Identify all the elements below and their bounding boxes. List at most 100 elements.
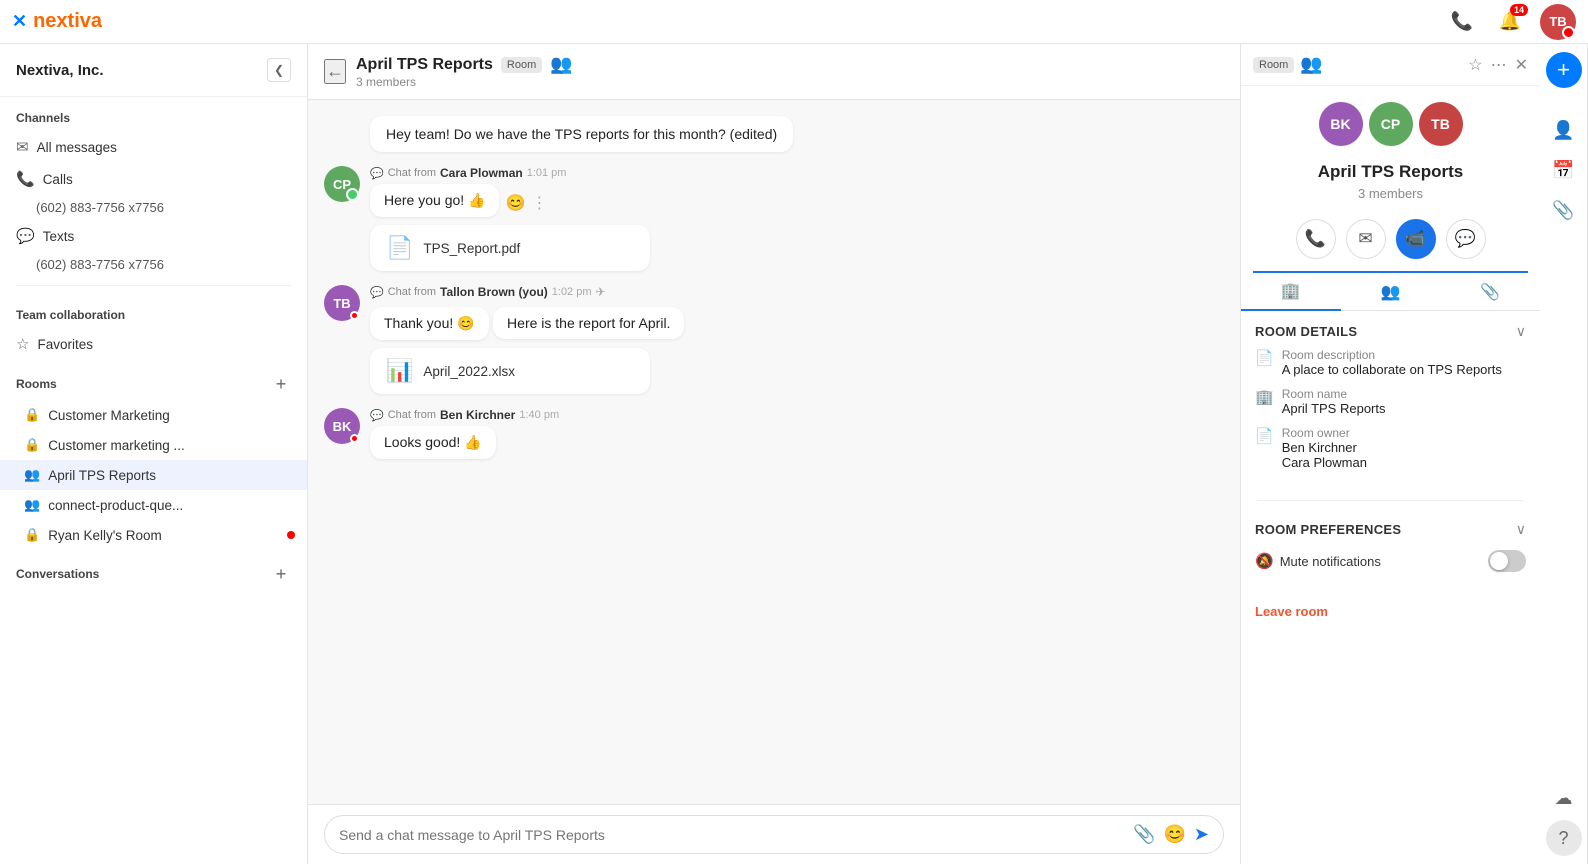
rp-details-chevron[interactable]: ∨ bbox=[1516, 323, 1526, 340]
msg-bubble-1: Here you go! 👍 bbox=[370, 184, 499, 217]
rp-star-btn[interactable]: ☆ bbox=[1468, 55, 1482, 75]
room-item-connect-product[interactable]: 👥 connect-product-que... bbox=[0, 490, 307, 520]
rail-help-icon[interactable]: ? bbox=[1546, 820, 1582, 856]
rp-section-header-prefs: ROOM PREFERENCES ∨ bbox=[1255, 521, 1526, 538]
rp-mute-label: Mute notifications bbox=[1280, 554, 1381, 569]
add-conversation-btn[interactable]: + bbox=[271, 564, 291, 584]
rp-members-count: 3 members bbox=[1241, 182, 1540, 211]
msg-meta-1: 💬 Chat from Cara Plowman 1:01 pm bbox=[370, 166, 1224, 180]
rp-avatar-bk: BK bbox=[1319, 102, 1363, 146]
rp-chat-btn[interactable]: 💬 bbox=[1446, 219, 1486, 259]
rp-leave-section: Leave room bbox=[1241, 596, 1540, 635]
rp-room-details-label: ROOM DETAILS bbox=[1255, 324, 1357, 339]
status-dot-bk bbox=[350, 434, 359, 443]
rp-description-content: Room description A place to collaborate … bbox=[1282, 348, 1502, 377]
calls-number-text: (602) 883-7756 x7756 bbox=[36, 200, 164, 215]
msg-sender-1: Cara Plowman bbox=[440, 166, 523, 180]
send-icon: ✈ bbox=[596, 285, 606, 299]
room-item-customer-marketing-2[interactable]: 🔒 Customer marketing ... bbox=[0, 430, 307, 460]
rp-room-tag: Room bbox=[1253, 57, 1294, 73]
calls-number[interactable]: (602) 883-7756 x7756 bbox=[0, 195, 307, 220]
rp-header-left: Room 👥 bbox=[1253, 54, 1323, 75]
rp-close-btn[interactable]: ✕ bbox=[1515, 55, 1528, 75]
rp-divider bbox=[1257, 500, 1524, 501]
sidebar-item-favorites[interactable]: ☆ Favorites bbox=[0, 328, 307, 360]
file-bubble-xlsx[interactable]: 📊 April_2022.xlsx bbox=[370, 348, 650, 394]
room-item-customer-marketing[interactable]: 🔒 Customer Marketing bbox=[0, 400, 307, 430]
sidebar-item-all-messages[interactable]: ✉ All messages bbox=[0, 131, 307, 163]
user-avatar-btn[interactable]: TB bbox=[1540, 4, 1576, 40]
msg-time-3: 1:40 pm bbox=[519, 409, 559, 421]
message-group-3: BK 💬 Chat from Ben Kirchner 1:40 pm Look… bbox=[324, 408, 1224, 463]
rp-description-row: 📄 Room description A place to collaborat… bbox=[1255, 348, 1526, 377]
rp-action-bar: 📞 ✉ 📹 💬 bbox=[1241, 211, 1540, 271]
sidebar-item-texts[interactable]: 💬 Texts bbox=[0, 220, 307, 252]
unread-dot bbox=[287, 531, 295, 539]
rail-paperclip-icon[interactable]: 📎 bbox=[1546, 192, 1582, 228]
rp-mute-label-wrap: 🔕 Mute notifications bbox=[1255, 552, 1381, 570]
icon-rail: + 👤 📅 📎 ☁ ? bbox=[1540, 44, 1588, 864]
rp-avatars: BK CP TB bbox=[1241, 86, 1540, 162]
rp-owner-content: Room owner Ben Kirchner Cara Plowman bbox=[1282, 426, 1367, 470]
rp-tab-files[interactable]: 📎 bbox=[1440, 273, 1540, 312]
rp-tab-members[interactable]: 👥 bbox=[1341, 273, 1441, 312]
rp-description-value: A place to collaborate on TPS Reports bbox=[1282, 362, 1502, 377]
message-group-0: Hey team! Do we have the TPS reports for… bbox=[324, 116, 1224, 152]
message-group-1: CP 💬 Chat from Cara Plowman 1:01 pm Here… bbox=[324, 166, 1224, 271]
rail-calendar-icon[interactable]: 📅 bbox=[1546, 152, 1582, 188]
rp-video-btn[interactable]: 📹 bbox=[1396, 219, 1436, 259]
texts-number[interactable]: (602) 883-7756 x7756 bbox=[0, 252, 307, 277]
rail-user-icon[interactable]: 👤 bbox=[1546, 112, 1582, 148]
sidebar-header: Nextiva, Inc. ❮ bbox=[0, 44, 307, 97]
rp-header-right: ☆ ⋯ ✕ bbox=[1468, 55, 1528, 75]
more-actions-icon[interactable]: ⋮ bbox=[531, 193, 547, 213]
rp-more-btn[interactable]: ⋯ bbox=[1491, 55, 1507, 75]
chat-header-people-icon[interactable]: 👥 bbox=[550, 54, 572, 75]
msg-content-3: 💬 Chat from Ben Kirchner 1:40 pm Looks g… bbox=[370, 408, 1224, 463]
rp-owner-label: Room owner bbox=[1282, 426, 1367, 440]
msg-bubble-2b: Here is the report for April. bbox=[493, 307, 684, 339]
rp-room-details-section: ROOM DETAILS ∨ 📄 Room description A plac… bbox=[1241, 311, 1540, 492]
rp-call-btn[interactable]: 📞 bbox=[1296, 219, 1336, 259]
sidebar: Nextiva, Inc. ❮ Channels ✉ All messages … bbox=[0, 44, 308, 864]
sidebar-collapse-btn[interactable]: ❮ bbox=[267, 58, 291, 82]
rp-email-btn[interactable]: ✉ bbox=[1346, 219, 1386, 259]
main-layout: Nextiva, Inc. ❮ Channels ✉ All messages … bbox=[0, 0, 1588, 864]
chat-from-icon-2: 💬 bbox=[370, 286, 384, 299]
rp-tab-details[interactable]: 🏢 bbox=[1241, 273, 1341, 311]
mute-toggle[interactable] bbox=[1488, 550, 1526, 572]
emoji-icon[interactable]: 😊 bbox=[1163, 824, 1185, 845]
notifications-btn[interactable]: 🔔 14 bbox=[1492, 4, 1528, 40]
room-item-april-tps[interactable]: 👥 April TPS Reports bbox=[0, 460, 307, 490]
right-panel: Room 👥 ☆ ⋯ ✕ BK CP TB April TPS Reports … bbox=[1240, 44, 1540, 864]
send-btn[interactable]: ➤ bbox=[1194, 824, 1209, 845]
all-messages-label: All messages bbox=[37, 140, 291, 155]
leave-room-btn[interactable]: Leave room bbox=[1241, 596, 1342, 627]
emoji-reaction-btn[interactable]: 😊 bbox=[505, 193, 525, 213]
room-item-ryan-room[interactable]: 🔒 Ryan Kelly's Room bbox=[0, 520, 307, 550]
rail-cloud-icon[interactable]: ☁ bbox=[1546, 780, 1582, 816]
chat-input[interactable] bbox=[339, 827, 1125, 843]
rp-avatar-tb: TB bbox=[1419, 102, 1463, 146]
rp-avatar-initials-bk: BK bbox=[1330, 116, 1350, 132]
chat-members-count: 3 members bbox=[356, 75, 1224, 89]
sidebar-org-title: Nextiva, Inc. bbox=[16, 62, 104, 79]
chat-back-btn[interactable]: ← bbox=[324, 59, 346, 84]
team-collab-label: Team collaboration bbox=[0, 294, 307, 328]
add-room-btn[interactable]: + bbox=[271, 374, 291, 394]
phone-icon-btn[interactable]: 📞 bbox=[1444, 4, 1480, 40]
rp-people-icon: 👥 bbox=[1300, 54, 1322, 75]
rp-avatar-initials-tb: TB bbox=[1431, 116, 1450, 132]
file-bubble-tps[interactable]: 📄 TPS_Report.pdf bbox=[370, 225, 650, 271]
global-add-btn[interactable]: + bbox=[1546, 52, 1582, 88]
notification-badge: 14 bbox=[1510, 4, 1528, 16]
chat-title-text: April TPS Reports bbox=[356, 56, 493, 74]
rp-section-header-details: ROOM DETAILS ∨ bbox=[1255, 323, 1526, 340]
sidebar-item-calls[interactable]: 📞 Calls bbox=[0, 163, 307, 195]
logo-text: nextiva bbox=[33, 10, 102, 33]
rooms-section-header: Rooms + bbox=[0, 360, 307, 400]
attach-icon[interactable]: 📎 bbox=[1133, 824, 1155, 845]
pdf-icon: 📄 bbox=[386, 235, 413, 261]
rp-prefs-chevron[interactable]: ∨ bbox=[1516, 521, 1526, 538]
phone-icon: 📞 bbox=[16, 170, 35, 188]
